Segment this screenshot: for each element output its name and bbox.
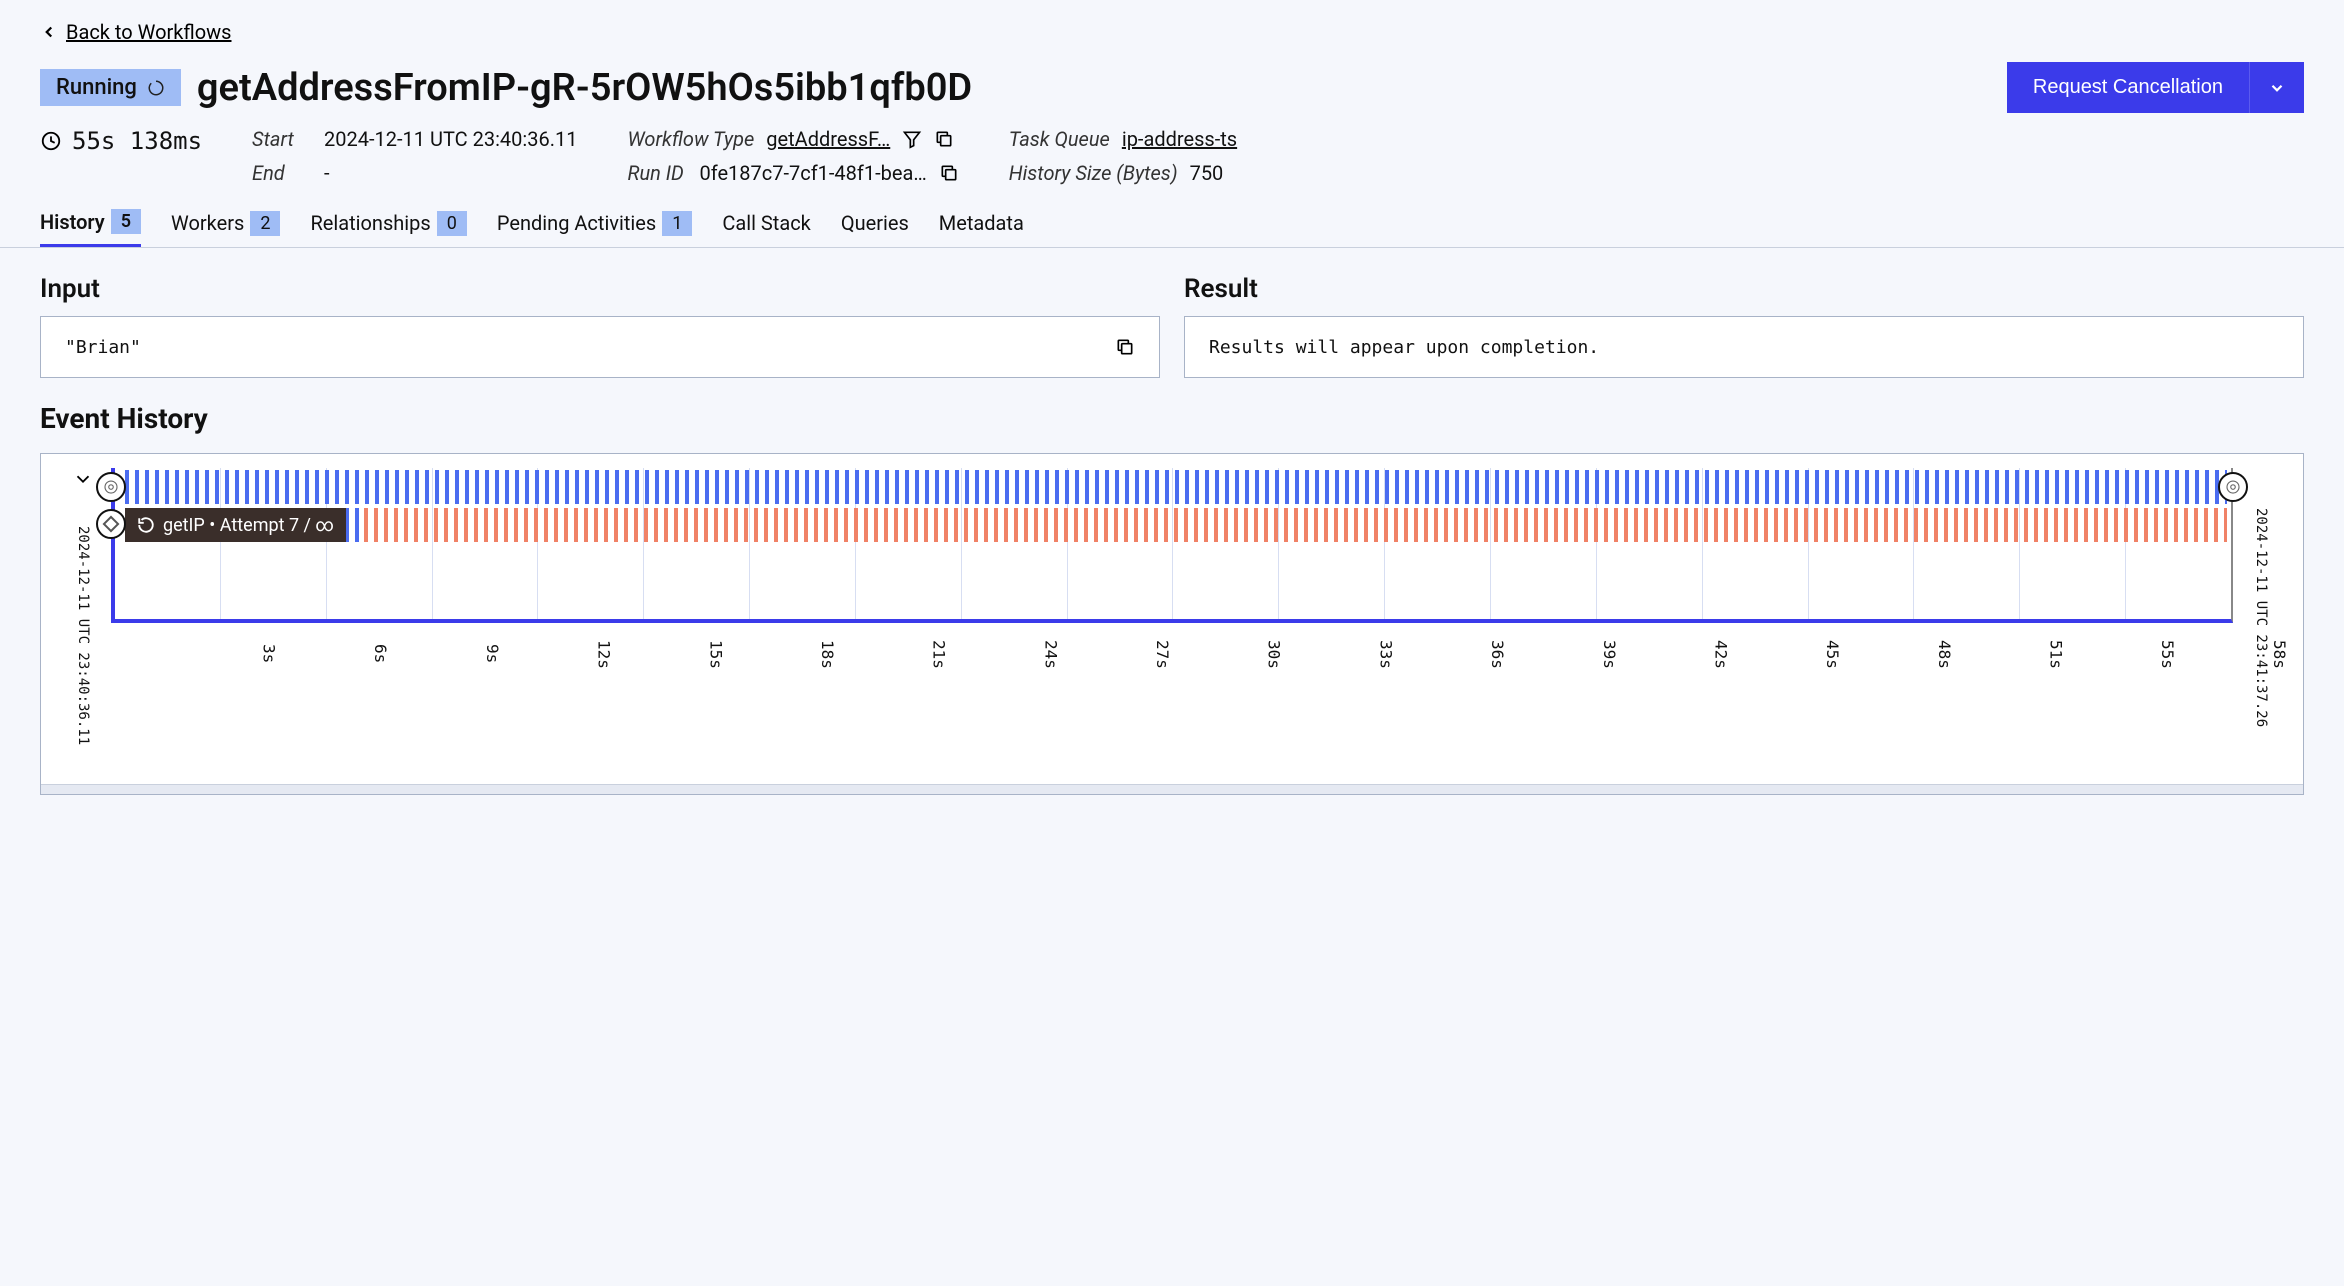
back-to-workflows-link[interactable]: Back to Workflows [40, 20, 232, 44]
result-title: Result [1184, 274, 2304, 304]
runid-value: 0fe187c7-7cf1-48f1-bea… [699, 161, 926, 185]
timeline-tick: 15s [614, 629, 726, 679]
runid-label: Run ID [627, 161, 687, 185]
timeline-tick: 39s [1507, 629, 1619, 679]
activity-label: getIP • Attempt 7 / ∞ [125, 508, 346, 542]
input-box: "Brian" [40, 316, 1160, 378]
timeline-tick: 24s [949, 629, 1061, 679]
timeline-tick: 58s [2177, 629, 2289, 679]
timeline: 2024-12-11 UTC 23:40:36.11 2024-12-11 UT… [40, 453, 2304, 795]
taskqueue-label: Task Queue [1009, 127, 1110, 151]
tab-relationships[interactable]: Relationships 0 [310, 203, 466, 247]
timeline-handle-end[interactable] [2218, 472, 2248, 502]
tab-metadata[interactable]: Metadata [939, 203, 1024, 247]
tab-history[interactable]: History 5 [40, 203, 141, 247]
start-label: Start [252, 127, 312, 151]
taskqueue-value[interactable]: ip-address-ts [1122, 127, 1237, 151]
eye-icon [2224, 478, 2242, 496]
timeline-tick: 12s [502, 629, 614, 679]
timeline-start-ts: 2024-12-11 UTC 23:40:36.11 [75, 526, 91, 745]
input-value: "Brian" [65, 337, 141, 358]
status-label: Running [56, 75, 137, 100]
timeline-tick: 21s [837, 629, 949, 679]
chevron-down-icon [2268, 79, 2286, 97]
timeline-tick: 42s [1619, 629, 1731, 679]
timeline-scrollbar[interactable] [41, 784, 2303, 794]
timeline-ticks: 3s6s9s12s15s18s21s24s27s30s33s36s39s42s4… [111, 629, 2233, 679]
timeline-tick: 6s [279, 629, 391, 679]
tab-call-stack[interactable]: Call Stack [722, 203, 811, 247]
timeline-collapse-toggle[interactable] [72, 468, 94, 490]
workflow-type-label: Workflow Type [627, 127, 754, 151]
tab-relationships-label: Relationships [310, 211, 430, 235]
activity-label-text: getIP • Attempt 7 / ∞ [163, 515, 334, 536]
result-value: Results will appear upon completion. [1209, 337, 1599, 358]
elapsed-value: 55s 138ms [72, 127, 202, 155]
timeline-activity-bar[interactable]: getIP • Attempt 7 / ∞ [115, 508, 2231, 542]
timeline-tick: 45s [1730, 629, 1842, 679]
histsize-value: 750 [1190, 161, 1224, 185]
workflow-type-value[interactable]: getAddressF… [766, 127, 890, 151]
workflow-title: getAddressFromIP-gR-5rOW5hOs5ibb1qfb0D [197, 66, 972, 110]
start-value: 2024-12-11 UTC 23:40:36.11 [324, 127, 577, 151]
timeline-tick: 51s [1954, 629, 2066, 679]
eye-icon [102, 478, 120, 496]
event-history-title: Event History [40, 402, 2304, 435]
copy-input-icon[interactable] [1115, 337, 1135, 357]
copy-workflow-type-icon[interactable] [934, 129, 954, 149]
request-cancellation-dropdown[interactable] [2249, 62, 2304, 113]
status-badge: Running [40, 69, 181, 106]
histsize-label: History Size (Bytes) [1009, 161, 1178, 185]
timeline-tick: 33s [1284, 629, 1396, 679]
tabs: History 5 Workers 2 Relationships 0 Pend… [0, 203, 2344, 248]
end-value: - [324, 161, 330, 185]
timeline-tick: 36s [1395, 629, 1507, 679]
tab-pending-badge: 1 [662, 211, 692, 236]
spinner-icon [147, 79, 165, 97]
chevron-left-icon [40, 23, 58, 41]
filter-icon[interactable] [902, 129, 922, 149]
tab-pending-activities[interactable]: Pending Activities 1 [497, 203, 692, 247]
tab-workers[interactable]: Workers 2 [171, 203, 280, 247]
timeline-tick: 3s [167, 629, 279, 679]
result-box: Results will appear upon completion. [1184, 316, 2304, 378]
tab-workers-badge: 2 [250, 211, 280, 236]
timeline-row-marker[interactable] [96, 509, 126, 539]
retry-icon [137, 516, 155, 534]
tab-history-badge: 5 [111, 209, 141, 234]
timeline-handle-start[interactable] [96, 472, 126, 502]
copy-runid-icon[interactable] [939, 163, 959, 183]
timeline-tick: 30s [1172, 629, 1284, 679]
timeline-end-ts: 2024-12-11 UTC 23:41:37.26 [2253, 508, 2269, 727]
tab-relationships-badge: 0 [437, 211, 467, 236]
tab-queries[interactable]: Queries [841, 203, 909, 247]
tab-pending-label: Pending Activities [497, 211, 656, 235]
request-cancellation-button[interactable]: Request Cancellation [2007, 62, 2249, 113]
timeline-tick: 55s [2066, 629, 2178, 679]
timeline-tick: 9s [390, 629, 502, 679]
tab-workers-label: Workers [171, 211, 244, 235]
timeline-workflow-bar[interactable] [115, 470, 2231, 504]
clock-icon [40, 130, 62, 152]
timeline-tick: 27s [1060, 629, 1172, 679]
end-label: End [252, 161, 312, 185]
diamond-icon [103, 516, 120, 533]
input-title: Input [40, 274, 1160, 304]
back-link-label: Back to Workflows [66, 20, 232, 44]
timeline-tick: 48s [1842, 629, 1954, 679]
tab-history-label: History [40, 210, 105, 234]
elapsed-time: 55s 138ms [40, 127, 202, 155]
timeline-tick: 18s [725, 629, 837, 679]
